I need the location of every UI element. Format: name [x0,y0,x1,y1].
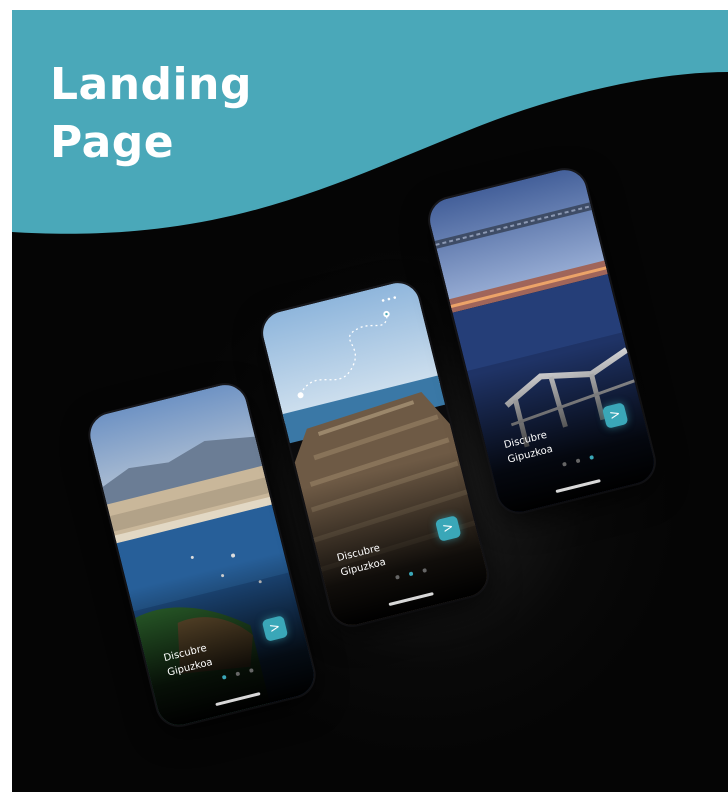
chevron-right-icon: > [607,406,623,424]
chevron-right-icon: > [267,619,282,637]
mockup-canvas: Landing Page Discubre Gipuzkoa > Discubr… [12,10,728,792]
page-title-line2: Page [50,117,175,168]
pager-dot-2[interactable] [235,671,241,677]
page-title: Landing Page [50,56,252,172]
pager-dot-2[interactable] [575,458,581,464]
page-title-line1: Landing [50,59,252,110]
pager-dot-1[interactable] [562,461,567,467]
pager-dot-3[interactable] [589,455,595,460]
pager-dot-1[interactable] [395,574,400,580]
chevron-right-icon: > [440,519,456,537]
pager-dot-1[interactable] [221,674,227,680]
pager-dot-2[interactable] [408,571,414,577]
pager-dot-3[interactable] [422,568,428,573]
pager-dot-3[interactable] [248,668,254,673]
